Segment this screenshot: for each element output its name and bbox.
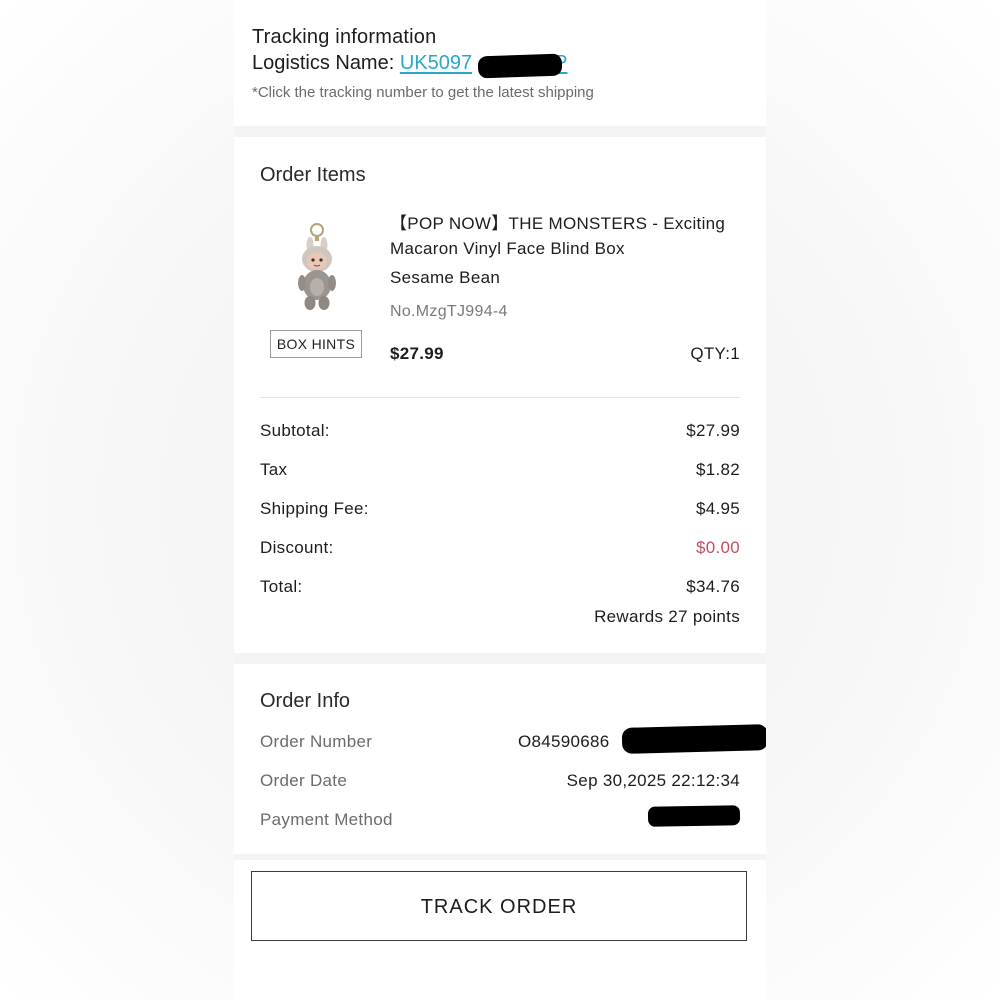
tracking-hint: *Click the tracking number to get the la… bbox=[252, 84, 594, 101]
order-info-card: Order Info Order Number O84590686 Order … bbox=[234, 664, 766, 854]
product-price: $27.99 bbox=[390, 344, 444, 363]
tax-value: $1.82 bbox=[695, 460, 740, 479]
subtotal-value: $27.99 bbox=[686, 421, 740, 440]
rewards-points: Rewards 27 points bbox=[594, 607, 740, 626]
redaction-mark bbox=[647, 805, 741, 827]
tracking-card: Tracking information Logistics Name: UK5… bbox=[234, 0, 766, 126]
product-variant: Sesame Bean bbox=[390, 268, 501, 287]
order-items-card: Order Items BOX HINTS 【POP NOW】THE MONST… bbox=[234, 137, 766, 653]
discount-row: Discount: $0.00 bbox=[260, 538, 740, 562]
track-order-button[interactable]: TRACK ORDER bbox=[251, 871, 747, 941]
order-number-value[interactable]: O84590686 bbox=[518, 732, 610, 752]
divider bbox=[260, 397, 740, 398]
shipping-fee-value: $4.95 bbox=[695, 499, 740, 518]
payment-method-label: Payment Method bbox=[260, 810, 393, 829]
total-row: Total: $34.76 bbox=[260, 577, 740, 601]
redaction-mark bbox=[621, 724, 766, 754]
tracking-number-start: UK5097 bbox=[399, 52, 473, 74]
product-name[interactable]: 【POP NOW】THE MONSTERS - Exciting Macaron… bbox=[390, 211, 750, 261]
order-number-row: Order Number O84590686 bbox=[260, 724, 766, 756]
shipping-fee-label: Shipping Fee: bbox=[260, 499, 369, 518]
tracking-title: Tracking information bbox=[252, 26, 437, 48]
order-number-label: Order Number bbox=[260, 732, 373, 751]
discount-label: Discount: bbox=[260, 538, 334, 557]
product-quantity: QTY:1 bbox=[690, 344, 740, 363]
payment-method-row: Payment Method bbox=[260, 805, 741, 834]
shipping-fee-row: Shipping Fee: $4.95 bbox=[260, 499, 740, 523]
discount-value: $0.00 bbox=[695, 538, 740, 557]
box-hints-button[interactable]: BOX HINTS bbox=[270, 330, 362, 358]
tax-label: Tax bbox=[260, 460, 288, 479]
order-items-title: Order Items bbox=[260, 164, 366, 186]
tax-row: Tax $1.82 bbox=[260, 460, 740, 484]
logistics-label: Logistics Name: bbox=[252, 52, 400, 74]
subtotal-label: Subtotal: bbox=[260, 421, 330, 440]
order-info-title: Order Info bbox=[260, 690, 351, 712]
order-date-value: Sep 30,2025 22:12:34 bbox=[566, 771, 740, 790]
product-thumbnail[interactable] bbox=[284, 221, 350, 317]
subtotal-row: Subtotal: $27.99 bbox=[260, 421, 740, 445]
action-card: TRACK ORDER bbox=[234, 860, 766, 1000]
order-detail-screen: Tracking information Logistics Name: UK5… bbox=[234, 0, 766, 1000]
product-sku: No.MzgTJ994-4 bbox=[390, 303, 508, 320]
redaction-mark bbox=[477, 53, 563, 79]
order-date-label: Order Date bbox=[260, 771, 348, 790]
total-value: $34.76 bbox=[686, 577, 740, 596]
total-label: Total: bbox=[260, 577, 303, 596]
order-date-row: Order Date Sep 30,2025 22:12:34 bbox=[260, 771, 740, 795]
